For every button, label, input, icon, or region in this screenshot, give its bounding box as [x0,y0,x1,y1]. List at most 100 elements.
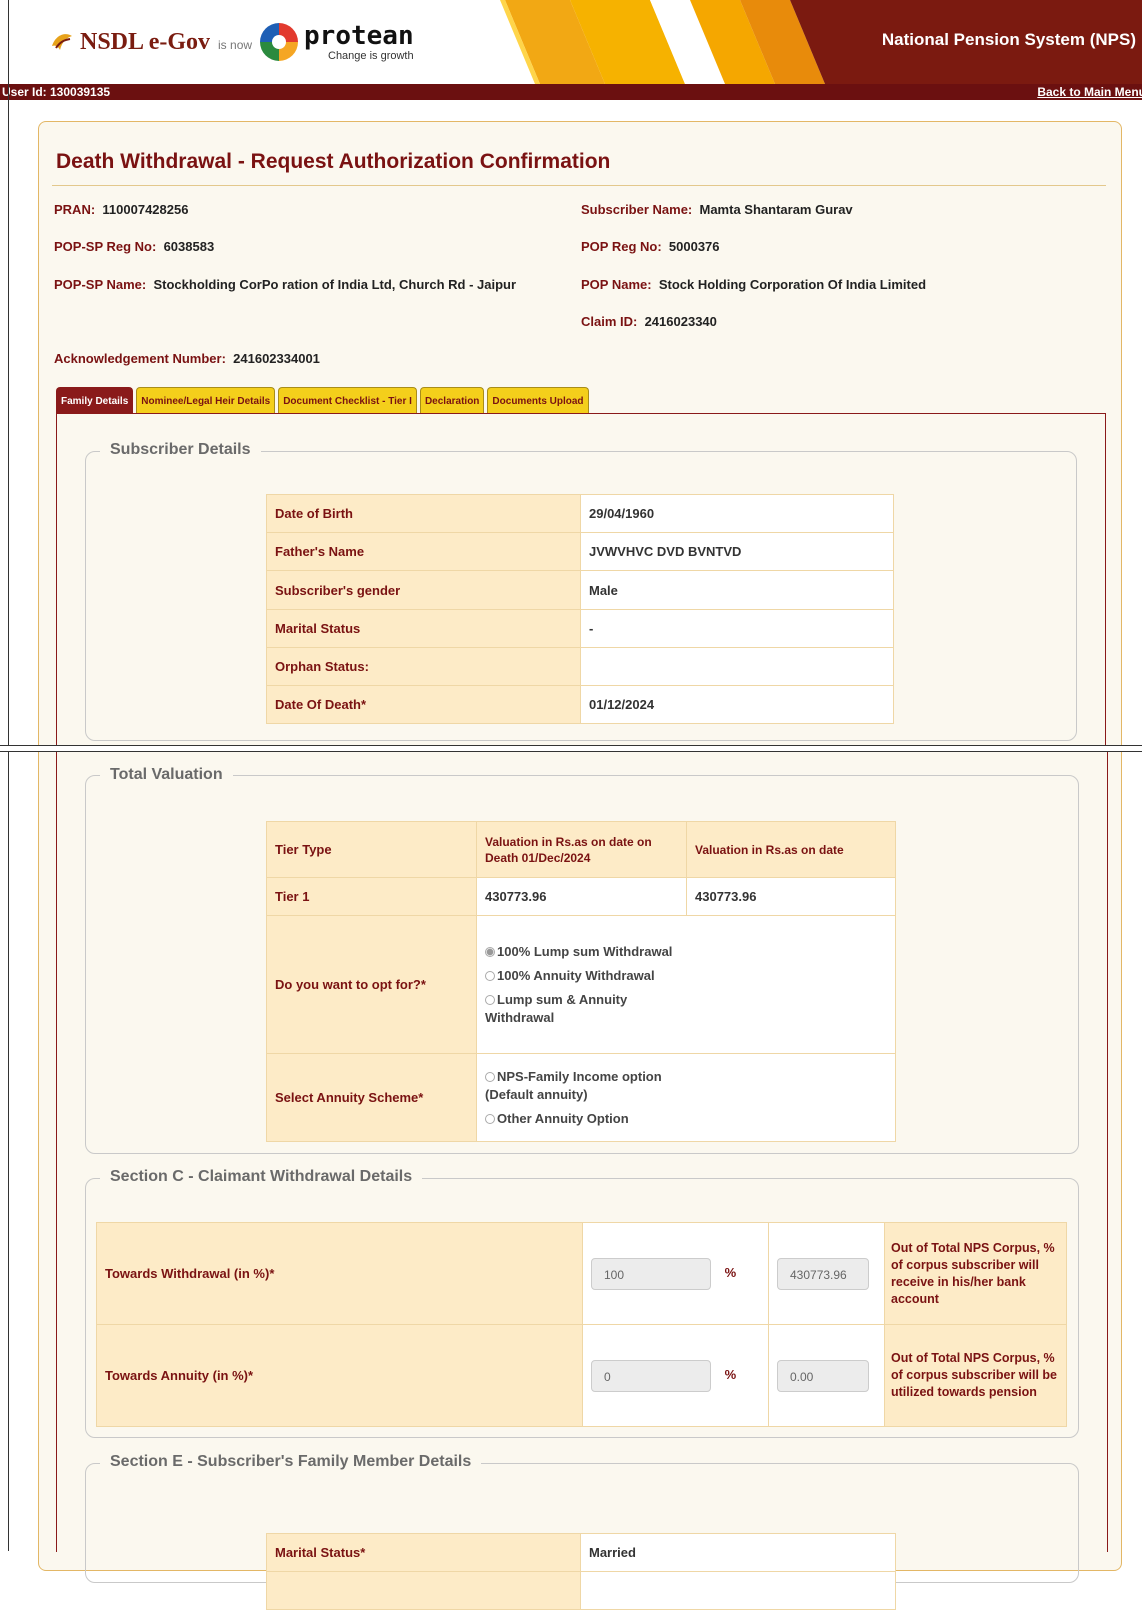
pop-reg-label: POP Reg No: [581,239,662,254]
pop-reg-field: POP Reg No: 5000376 [581,238,720,255]
annuity-pct-input[interactable]: 0 [591,1359,711,1392]
withdrawal-pct-input[interactable]: 100 [591,1257,711,1290]
brand-logos: NSDL e-Gov is now protean Change is grow… [50,14,414,70]
dob-label: Date of Birth [266,494,581,533]
option-lumpsum[interactable]: 100% Lump sum Withdrawal [485,943,675,961]
withdrawal-note: Out of Total NPS Corpus, % of corpus sub… [884,1222,1067,1325]
valuation-date-header: Valuation in Rs.as on date [686,821,896,878]
tab-bar: Family Details Nominee/Legal Heir Detail… [56,387,592,414]
title-divider [52,185,1106,186]
separator-line-top [0,745,1142,746]
opt-for-label: Do you want to opt for?* [266,915,477,1054]
acknowledgement-value: 241602334001 [233,351,320,366]
total-valuation-table: Tier Type Valuation in Rs.as on date on … [266,821,896,1142]
pop-reg-value: 5000376 [668,239,720,254]
page-title: Death Withdrawal - Request Authorization… [56,150,611,173]
popsp-name-field: POP-SP Name: Stockholding CorPo ration o… [54,276,534,293]
pop-name-label: POP Name: [581,277,652,292]
nsdl-leaf-icon [50,32,74,52]
tab-document-checklist-tier-1[interactable]: Document Checklist - Tier I [278,387,417,414]
table-row [266,1571,896,1610]
separator-line-bottom [0,751,1142,752]
scheme-family-income-label: NPS-Family Income option (Default annuit… [485,1068,662,1102]
withdrawal-amount-cell: 430773.96 [768,1222,885,1325]
pop-name-field: POP Name: Stock Holding Corporation Of I… [581,276,926,293]
annuity-pct-cell: 0 % [582,1324,769,1427]
tab-panel-left-border [56,413,57,745]
table-row: Towards Withdrawal (in %)* 100 % 430773.… [96,1222,1067,1325]
subscriber-details-table: Date of Birth 29/04/1960 Father's Name J… [266,494,894,724]
orphan-status-label: Orphan Status: [266,647,581,686]
section-e-legend: Section E - Subscriber's Family Member D… [100,1453,482,1471]
acknowledgement-field: Acknowledgement Number: 241602334001 [54,350,320,367]
gender-label: Subscriber's gender [266,570,581,610]
option-annuity[interactable]: 100% Annuity Withdrawal [485,967,887,985]
frame-left-edge-bottom [8,751,9,1551]
frame-left-edge-top [8,0,9,746]
table-cell [266,1571,581,1610]
withdrawal-label: Towards Withdrawal (in %)* [96,1222,583,1325]
radio-icon[interactable] [485,994,495,1005]
pran-value: 110007428256 [102,202,189,217]
protean-tagline: Change is growth [328,49,414,62]
dob-value: 29/04/1960 [580,494,894,533]
tab-panel-top-border [56,413,1106,414]
popsp-name-label: POP-SP Name: [54,277,147,292]
percent-sign: % [724,1366,737,1382]
date-of-death-value: 01/12/2024 [580,685,894,724]
popsp-reg-label: POP-SP Reg No: [54,239,157,254]
pran-label: PRAN: [54,202,96,217]
tier-1-valuation-death: 430773.96 [476,877,687,916]
system-title: National Pension System (NPS) [881,30,1136,49]
table-row: Marital Status* Married [266,1533,896,1572]
marital-status-value: - [580,609,894,648]
claim-id-value: 2416023340 [644,314,717,329]
popsp-name-value: Stockholding CorPo ration of India Ltd, … [153,277,517,292]
back-to-main-menu-link[interactable]: Back to Main Menu [1037,85,1142,99]
subscriber-name-value: Mamta Shantaram Gurav [699,202,853,217]
valuation-death-header: Valuation in Rs.as on date on Death 01/D… [476,821,687,878]
radio-icon[interactable] [485,1113,495,1124]
withdrawal-amount-input[interactable]: 430773.96 [777,1257,869,1290]
annuity-scheme-options: NPS-Family Income option (Default annuit… [476,1053,896,1142]
option-annuity-label: 100% Annuity Withdrawal [497,967,655,983]
tab-nominee-legal-heir-details[interactable]: Nominee/Legal Heir Details [136,387,276,414]
table-cell [580,1571,896,1610]
table-row: Towards Annuity (in %)* 0 % 0.00 Out of … [96,1324,1067,1427]
protean-logo: protean Change is growth [304,23,414,62]
date-of-death-label: Date Of Death* [266,685,581,724]
annuity-amount-cell: 0.00 [768,1324,885,1427]
table-row: Marital Status - [266,609,894,648]
annuity-note: Out of Total NPS Corpus, % of corpus sub… [884,1324,1067,1427]
marital-status-label: Marital Status [266,609,581,648]
annuity-label: Towards Annuity (in %)* [96,1324,583,1427]
pran-field: PRAN: 110007428256 [54,201,188,218]
subscriber-details-legend: Subscriber Details [100,441,261,459]
opt-for-options: 100% Lump sum Withdrawal 100% Annuity Wi… [476,915,896,1054]
radio-icon[interactable] [485,1071,495,1082]
option-lumpsum-annuity[interactable]: Lump sum & Annuity Withdrawal [485,991,675,1027]
nsdl-logo: NSDL e-Gov [50,29,210,56]
tab-documents-upload[interactable]: Documents Upload [487,387,589,414]
scheme-other-label: Other Annuity Option [497,1110,629,1126]
radio-selected-icon[interactable] [485,946,495,957]
is-now-text: is now [218,38,253,52]
withdrawal-pct-cell: 100 % [582,1222,769,1325]
annuity-amount-input[interactable]: 0.00 [777,1359,869,1392]
tab-family-details[interactable]: Family Details [56,387,134,414]
subscriber-name-field: Subscriber Name: Mamta Shantaram Gurav [581,201,853,218]
section-c-legend: Section C - Claimant Withdrawal Details [100,1168,423,1186]
header-banner: NSDL e-Gov is now protean Change is grow… [0,0,1142,84]
subscriber-name-label: Subscriber Name: [581,202,693,217]
radio-icon[interactable] [485,970,495,981]
scheme-other[interactable]: Other Annuity Option [485,1110,887,1128]
table-row: Orphan Status: [266,647,894,686]
tab-panel-left-border-lower [56,752,57,1552]
scheme-family-income[interactable]: NPS-Family Income option (Default annuit… [485,1068,705,1104]
option-lumpsum-annuity-label: Lump sum & Annuity Withdrawal [485,991,628,1025]
family-marital-status-value: Married [580,1533,896,1572]
tab-declaration[interactable]: Declaration [419,387,485,414]
tier-1-valuation-date: 430773.96 [686,877,896,916]
table-row: Father's Name JVWVHVC DVD BVNTVD [266,532,894,571]
table-row: Do you want to opt for?* 100% Lump sum W… [266,915,896,1054]
